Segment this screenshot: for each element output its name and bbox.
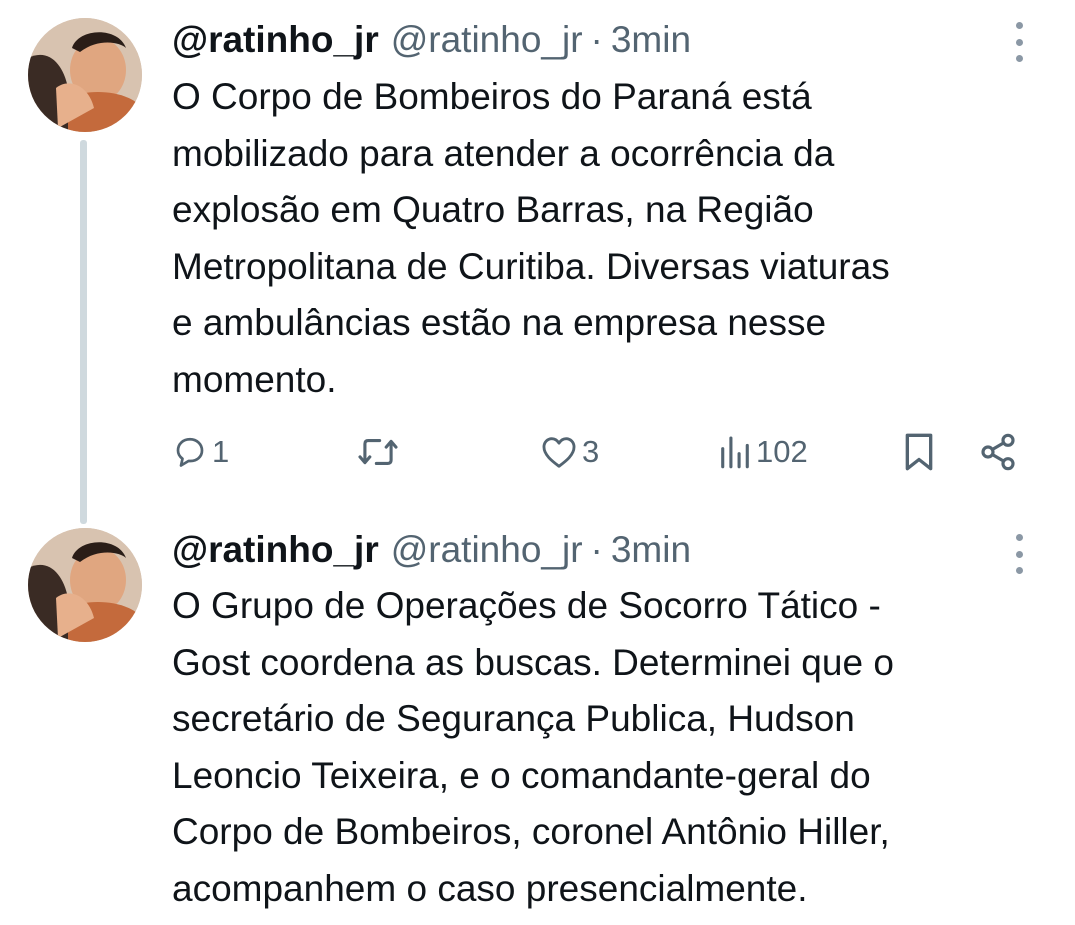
share-icon xyxy=(981,433,1015,471)
reply-icon xyxy=(176,437,204,467)
tweet-actions: 1 3 102 xyxy=(172,428,1027,476)
tweet[interactable]: @ratinho_jr @ratinho_jr · 3min O Corpo d… xyxy=(0,0,1075,524)
like-count: 3 xyxy=(582,434,600,469)
reply-button[interactable]: 1 xyxy=(172,428,229,476)
avatar-photo xyxy=(28,18,142,132)
timestamp[interactable]: 3min xyxy=(611,19,691,61)
tweet-text: O Corpo de Bombeiros do Paraná está mobi… xyxy=(172,76,890,400)
display-name[interactable]: @ratinho_jr xyxy=(172,19,379,61)
more-dot xyxy=(1015,55,1023,62)
display-name[interactable]: @ratinho_jr xyxy=(172,529,379,571)
bookmark-icon xyxy=(905,433,933,471)
separator-dot: · xyxy=(590,529,603,570)
avatar[interactable] xyxy=(28,528,142,642)
timestamp[interactable]: 3min xyxy=(611,529,691,571)
more-dot xyxy=(1015,534,1023,541)
bookmark-button[interactable] xyxy=(902,428,936,476)
share-button[interactable] xyxy=(978,428,1018,476)
more-dot xyxy=(1015,567,1023,574)
retweet-icon xyxy=(358,438,398,466)
heart-icon xyxy=(542,437,576,468)
like-button[interactable]: 3 xyxy=(540,428,599,476)
avatar-photo xyxy=(28,528,142,642)
more-vertical-icon[interactable] xyxy=(1004,22,1034,62)
avatar[interactable] xyxy=(28,18,142,132)
user-handle[interactable]: @ratinho_jr xyxy=(391,19,583,61)
user-handle[interactable]: @ratinho_jr xyxy=(391,529,583,571)
views-icon xyxy=(721,436,749,469)
tweet-header: @ratinho_jr @ratinho_jr · 3min xyxy=(172,524,691,576)
more-dot xyxy=(1015,38,1023,46)
more-dot xyxy=(1015,22,1023,29)
views-count: 102 xyxy=(756,434,808,469)
tweet-text: O Grupo de Operações de Socorro Tático -… xyxy=(172,585,894,909)
tweet[interactable]: @ratinho_jr @ratinho_jr · 3min O Grupo d… xyxy=(0,520,1075,925)
more-vertical-icon[interactable] xyxy=(1004,534,1034,574)
reply-count: 1 xyxy=(212,434,230,469)
retweet-button[interactable] xyxy=(356,428,404,476)
tweet-header: @ratinho_jr @ratinho_jr · 3min xyxy=(172,14,691,66)
separator-dot: · xyxy=(590,19,603,60)
thread-connector-line xyxy=(80,140,87,524)
more-dot xyxy=(1015,550,1023,558)
views-button[interactable]: 102 xyxy=(718,428,808,476)
